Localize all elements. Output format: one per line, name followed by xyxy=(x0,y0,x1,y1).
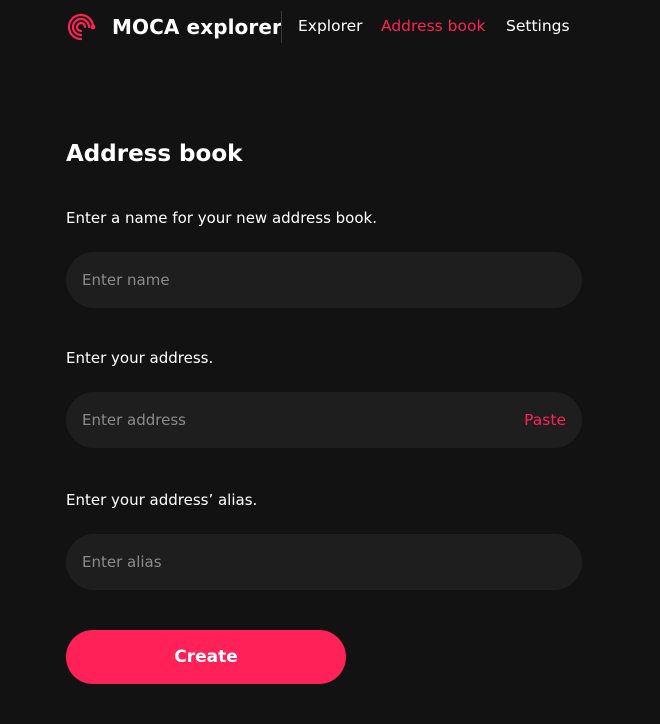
name-label: Enter a name for your new address book. xyxy=(66,209,377,227)
page-title: Address book xyxy=(66,141,243,167)
alias-input[interactable] xyxy=(66,534,582,590)
address-field-container: Paste xyxy=(66,392,582,448)
create-button[interactable]: Create xyxy=(66,630,346,684)
address-input[interactable] xyxy=(66,392,582,448)
name-input[interactable] xyxy=(66,252,582,308)
address-label: Enter your address. xyxy=(66,349,214,367)
spiral-logo-icon[interactable] xyxy=(66,12,96,42)
alias-field-container xyxy=(66,534,582,590)
header-divider xyxy=(281,11,282,43)
nav-explorer[interactable]: Explorer xyxy=(298,16,363,36)
nav-settings[interactable]: Settings xyxy=(506,16,570,36)
app-title[interactable]: MOCA explorer xyxy=(112,14,282,40)
alias-label: Enter your address’ alias. xyxy=(66,491,258,509)
name-field-container xyxy=(66,252,582,308)
top-header: MOCA explorer Explorer Address book Sett… xyxy=(0,0,660,54)
paste-button[interactable]: Paste xyxy=(524,410,566,430)
nav-address-book[interactable]: Address book xyxy=(381,16,485,36)
